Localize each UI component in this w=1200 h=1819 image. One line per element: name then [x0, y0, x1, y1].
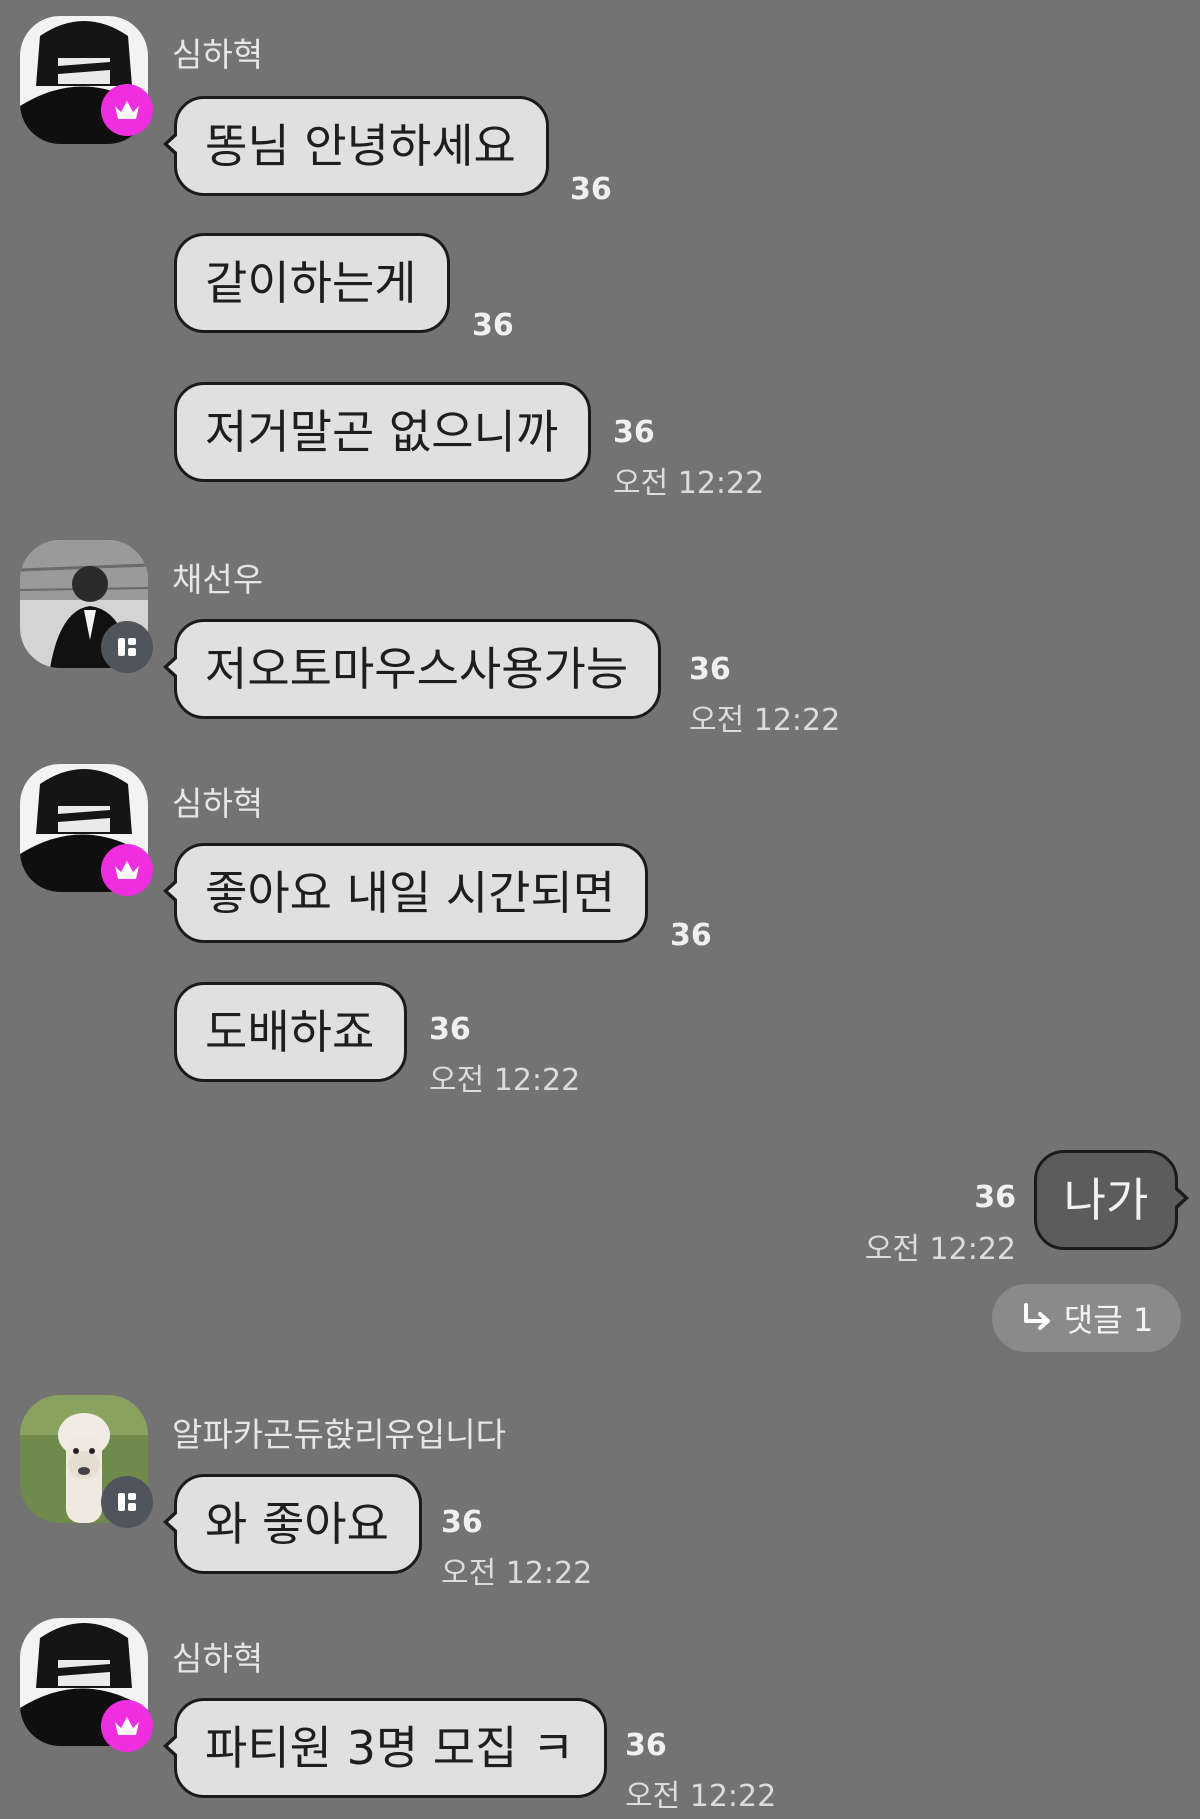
reply-count-label: 댓글 1: [1063, 1301, 1154, 1339]
unread-count: 36: [974, 1180, 1016, 1215]
message-time: 오전 12:22: [864, 1232, 1016, 1267]
owner-badge: [101, 844, 153, 896]
unread-count: 36: [429, 1012, 471, 1047]
reply-thread-button[interactable]: 댓글 1: [992, 1284, 1181, 1352]
reply-arrow-icon: [1023, 1303, 1050, 1330]
sender-name: 채선우: [172, 560, 264, 599]
owner-badge: [101, 84, 153, 136]
unread-count: 36: [570, 172, 612, 207]
unread-count: 36: [625, 1728, 667, 1763]
message-time: 오전 12:22: [625, 1779, 777, 1814]
unread-count: 36: [472, 308, 514, 343]
message-bubble[interactable]: 저오토마우스사용가능: [162, 619, 662, 719]
sender-name: 심하혁: [172, 35, 264, 74]
crown-icon: [115, 101, 139, 119]
message-time: 오전 12:22: [689, 703, 841, 738]
message-bubble[interactable]: 저거말곤 없으니까: [174, 382, 592, 482]
message-bubble[interactable]: 좋아요 내일 시간되면: [162, 843, 649, 943]
message-bubble[interactable]: 같이하는게: [174, 233, 450, 333]
member-badge-icon: [118, 638, 136, 656]
unread-count: 36: [670, 918, 712, 953]
message-bubble[interactable]: 도배하죠: [174, 982, 408, 1082]
message-time: 오전 12:22: [429, 1063, 581, 1098]
sender-name: 알파카곤듀핝리유입니다: [172, 1415, 506, 1454]
sender-name: 심하혁: [172, 784, 264, 823]
member-badge: [101, 1476, 153, 1528]
crown-icon: [115, 861, 139, 879]
message-bubble[interactable]: 파티원 3명 모집 ㅋ: [162, 1698, 608, 1798]
sender-name: 심하혁: [172, 1639, 264, 1678]
member-badge-icon: [118, 1493, 136, 1511]
message-time: 오전 12:22: [613, 466, 765, 501]
crown-icon: [115, 1717, 139, 1735]
message-bubble[interactable]: 똥님 안녕하세요: [163, 96, 549, 196]
my-message-bubble[interactable]: 나가: [1034, 1150, 1189, 1250]
owner-badge: [101, 1700, 153, 1752]
unread-count: 36: [441, 1505, 483, 1540]
message-bubble[interactable]: 와 좋아요: [163, 1474, 422, 1574]
member-badge: [101, 621, 153, 673]
message-time: 오전 12:22: [441, 1556, 593, 1591]
unread-count: 36: [689, 652, 731, 687]
unread-count: 36: [613, 415, 655, 450]
